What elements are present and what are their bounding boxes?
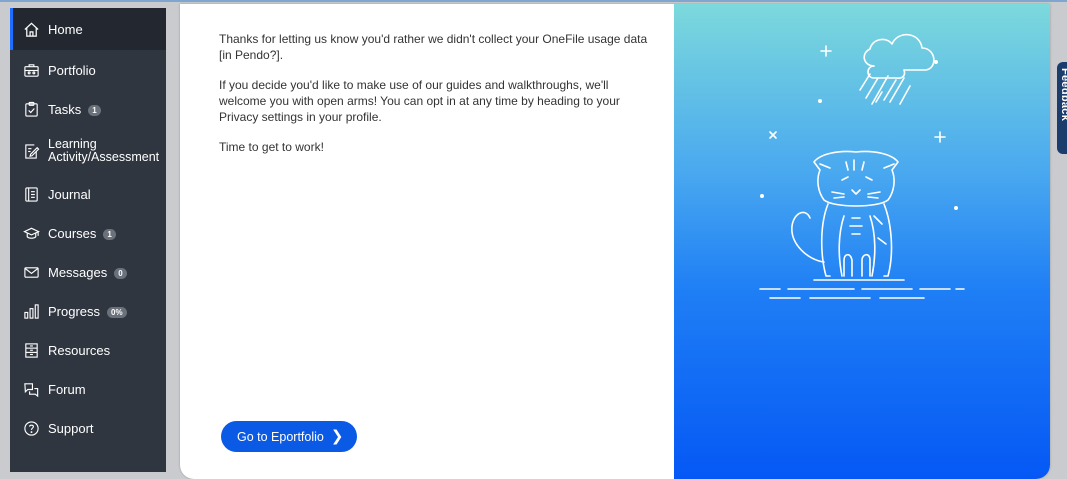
sidebar-item-label: Forum: [48, 382, 86, 397]
sidebar-item-label: Courses: [48, 226, 97, 241]
chevron-right-icon: ❯: [330, 428, 344, 445]
sidebar-item-label: Learning Activity/Assessment: [48, 137, 160, 164]
sidebar-item-label-wrap: Courses 1: [48, 226, 116, 241]
sidebar-item-label: Resources: [48, 343, 111, 358]
sidebar-item-label: Journal: [48, 187, 91, 202]
sidebar-item-support[interactable]: Support: [10, 408, 166, 447]
sidebar: Home Portfolio Tasks 1 Learning Activity/…: [10, 8, 166, 472]
sidebar-item-journal[interactable]: Journal: [10, 174, 166, 213]
sidebar-item-label: Messages: [48, 265, 108, 280]
sidebar-item-courses[interactable]: Courses 1: [10, 213, 166, 252]
count-badge: 1: [103, 229, 116, 240]
sidebar-item-label-wrap: Tasks 1: [48, 102, 101, 117]
edit-document-icon: [22, 142, 40, 160]
modal-paragraph: Time to get to work!: [219, 140, 324, 154]
briefcase-icon: [22, 61, 40, 79]
sad-cat-illustration: [674, 4, 1050, 479]
modal-paragraph: Thanks for letting us know you'd rather …: [219, 32, 648, 62]
sidebar-item-label: Home: [48, 22, 83, 37]
sidebar-item-home[interactable]: Home: [10, 8, 166, 50]
sidebar-item-label: Portfolio: [48, 63, 96, 78]
count-badge: 0: [114, 268, 127, 279]
sparkle-icon: [934, 131, 946, 143]
envelope-icon: [22, 263, 40, 281]
go-to-eportfolio-button[interactable]: Go to Eportfolio ❯: [221, 421, 358, 452]
sidebar-item-tasks[interactable]: Tasks 1: [10, 89, 166, 128]
feedback-tab[interactable]: Feedback: [1057, 62, 1067, 154]
sidebar-item-progress[interactable]: Progress 0%: [10, 291, 166, 330]
sidebar-item-messages[interactable]: Messages 0: [10, 252, 166, 291]
home-icon: [22, 20, 40, 38]
sidebar-item-label-wrap: Progress 0%: [48, 304, 127, 319]
progress-badge: 0%: [107, 307, 127, 318]
help-circle-icon: [22, 419, 40, 437]
bookcase-icon: [22, 341, 40, 359]
sidebar-item-label: Support: [48, 421, 94, 436]
sidebar-item-forum[interactable]: Forum: [10, 369, 166, 408]
feedback-tab-label: Feedback: [1059, 68, 1067, 122]
sparkle-icon: [820, 45, 832, 57]
sidebar-item-learning-activity[interactable]: Learning Activity/Assessment: [10, 128, 166, 174]
chat-bubbles-icon: [22, 380, 40, 398]
sidebar-item-label: Progress: [48, 304, 101, 319]
bar-chart-icon: [22, 302, 40, 320]
cloud-icon: [863, 33, 935, 71]
notebook-icon: [22, 185, 40, 203]
sidebar-item-resources[interactable]: Resources: [10, 330, 166, 369]
count-badge: 1: [88, 105, 101, 116]
opt-out-modal: Thanks for letting us know you'd rather …: [180, 4, 1050, 479]
sparkle-icon: [769, 131, 777, 139]
clipboard-check-icon: [22, 100, 40, 118]
modal-message: Thanks for letting us know you'd rather …: [219, 31, 649, 169]
graduation-cap-icon: [22, 224, 40, 242]
window-top-border: [0, 0, 1067, 2]
modal-paragraph: If you decide you'd like to make use of …: [219, 78, 620, 124]
sidebar-item-label: Tasks: [48, 102, 82, 117]
button-label: Go to Eportfolio: [237, 429, 324, 444]
sidebar-item-label-wrap: Messages 0: [48, 265, 127, 280]
sidebar-item-portfolio[interactable]: Portfolio: [10, 50, 166, 89]
